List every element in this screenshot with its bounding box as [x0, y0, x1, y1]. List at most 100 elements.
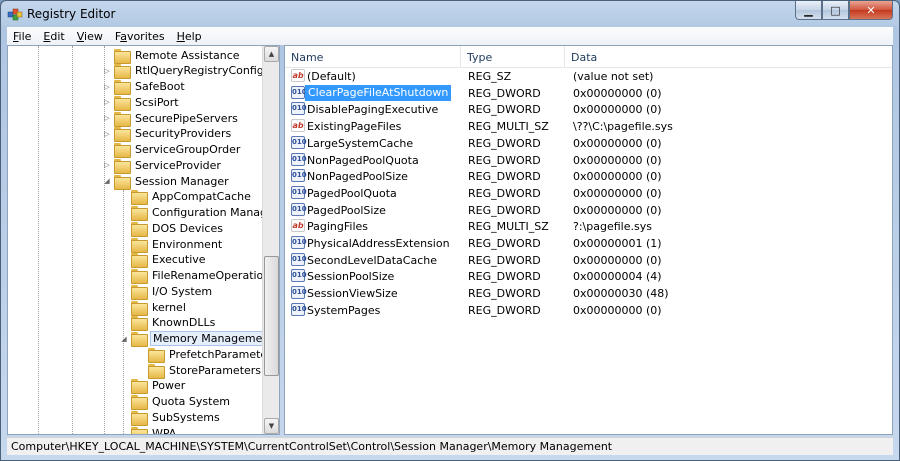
tree-item[interactable]: ▷ RtlQueryRegistryConfig: [102, 63, 266, 80]
tree-item[interactable]: ▷ SafeBoot: [102, 79, 187, 95]
tree-item[interactable]: Quota System: [119, 394, 232, 410]
value-row[interactable]: 010 SystemPages REG_DWORD 0x00000000 (0): [285, 302, 892, 318]
value-row[interactable]: 010 SessionPoolSize REG_DWORD 0x00000004 (4…: [285, 268, 892, 284]
collapse-arrow-icon[interactable]: ◢: [119, 335, 129, 343]
tree-item-label: I/O System: [152, 284, 213, 298]
expand-arrow-icon[interactable]: ▷: [102, 161, 112, 169]
tree-item[interactable]: I/O System: [119, 283, 214, 300]
tree-item[interactable]: SubSystems: [119, 409, 222, 426]
value-row[interactable]: ab ExistingPageFiles REG_MULTI_SZ \??\C:\pa…: [285, 118, 892, 134]
menu-edit[interactable]: Edit: [37, 30, 70, 43]
tree-item-label: FileRenameOperations: [152, 269, 276, 282]
tree-item[interactable]: Executive: [119, 252, 208, 269]
registry-tree[interactable]: Remote Assistance ▷ RtlQueryRegistryConfig…: [7, 45, 280, 435]
dword-value-icon: 010: [291, 252, 307, 266]
value-row[interactable]: 010 LargeSystemCache REG_DWORD 0x00000000 (…: [285, 135, 892, 151]
dword-value-icon: 010: [291, 102, 307, 116]
folder-icon: [114, 48, 131, 64]
menu-help[interactable]: Help: [171, 30, 208, 43]
value-row[interactable]: ab PagingFiles REG_MULTI_SZ ?:\pagefile.sys: [285, 218, 892, 234]
tree-item[interactable]: Environment: [119, 236, 224, 253]
tree-item[interactable]: Remote Assistance: [102, 47, 242, 64]
tree-item-label: SafeBoot: [135, 80, 185, 93]
value-row[interactable]: 010 SecondLevelDataCache REG_DWORD 0x000000…: [285, 252, 892, 268]
tree-item-label: Quota System: [152, 395, 230, 408]
folder-icon: [131, 269, 148, 284]
value-row[interactable]: 010 PagedPoolSize REG_DWORD 0x00000000 (0): [285, 202, 892, 218]
value-type: REG_DWORD: [468, 186, 541, 200]
tree-item-label: Configuration Manager: [152, 206, 279, 219]
tree-item[interactable]: ◢ Session Manager: [102, 173, 231, 190]
tree-item[interactable]: KnownDLLs: [119, 315, 217, 332]
tree-item[interactable]: ▷ SecurePipeServers: [102, 110, 240, 127]
value-name: NonPagedPoolQuota: [307, 153, 419, 167]
close-button[interactable]: ✕: [849, 1, 893, 20]
expand-arrow-icon[interactable]: ▷: [102, 130, 112, 138]
tree-scrollbar[interactable]: ▲ ▼: [262, 46, 279, 434]
tree-item[interactable]: PrefetchParameters: [136, 346, 279, 363]
tree-item[interactable]: Power: [119, 378, 187, 395]
tree-item[interactable]: ▷ ServiceProvider: [102, 157, 223, 174]
value-name: ClearPageFileAtShutdown: [305, 84, 452, 101]
expand-arrow-icon[interactable]: ▷: [102, 114, 112, 122]
value-type: REG_SZ: [468, 70, 512, 83]
tree-item[interactable]: ▷ SecurityProviders: [102, 126, 233, 143]
tree-item[interactable]: Configuration Manager: [119, 205, 279, 221]
expand-arrow-icon[interactable]: ▷: [102, 98, 112, 106]
tree-item[interactable]: DOS Devices: [119, 220, 225, 237]
tree-item[interactable]: ◢ Memory Management: [119, 331, 277, 347]
dword-value-icon: 010: [291, 185, 307, 199]
scroll-down-button[interactable]: ▼: [264, 418, 279, 434]
tree-guide: [72, 46, 73, 434]
registry-editor-icon: [7, 8, 23, 21]
value-row[interactable]: 010 SessionViewSize REG_DWORD 0x00000030 (4…: [285, 285, 892, 301]
folder-icon: [131, 379, 148, 395]
value-row[interactable]: 010 DisablePagingExecutive REG_DWORD 0x0000…: [285, 101, 892, 117]
value-data: \??\C:\pagefile.sys: [573, 120, 673, 134]
value-data: 0x00000004 (4): [573, 270, 662, 284]
minimize-button[interactable]: ▁: [795, 1, 822, 20]
tree-item[interactable]: AppCompatCache: [119, 189, 253, 206]
column-header-name[interactable]: Name: [285, 46, 461, 68]
scroll-thumb[interactable]: [264, 256, 279, 376]
maximize-icon: □: [830, 3, 841, 17]
expand-arrow-icon[interactable]: ▷: [102, 83, 112, 91]
value-type: REG_DWORD: [468, 287, 541, 301]
folder-icon: [114, 111, 131, 127]
value-name: LargeSystemCache: [307, 136, 414, 150]
tree-item[interactable]: FileRenameOperations: [119, 268, 278, 284]
string-value-icon: ab: [291, 219, 305, 233]
folder-icon: [131, 395, 148, 410]
expand-arrow-icon[interactable]: ▷: [102, 67, 112, 75]
tree-item-label: Memory Management: [150, 331, 277, 346]
value-row[interactable]: 010 NonPagedPoolSize REG_DWORD 0x00000000 (…: [285, 168, 892, 184]
tree-item[interactable]: ▷ ScsiPort: [102, 94, 181, 111]
menu-file[interactable]: File: [7, 30, 37, 43]
column-header-data[interactable]: Data: [565, 46, 892, 68]
maximize-button[interactable]: □: [822, 1, 849, 20]
menu-favorites[interactable]: Favorites: [109, 30, 171, 43]
tree-item-label: ServiceProvider: [135, 158, 221, 172]
scroll-up-button[interactable]: ▲: [264, 46, 279, 62]
value-row[interactable]: 010 ClearPageFileAtShutdown REG_DWORD 0x000…: [285, 84, 892, 101]
column-header-type[interactable]: Type: [461, 46, 565, 68]
value-row[interactable]: ab (Default) REG_SZ (value not set): [285, 68, 892, 84]
value-name: PagedPoolSize: [307, 203, 386, 217]
menu-view[interactable]: View: [71, 30, 109, 43]
values-list[interactable]: Name Type Data ab (Default) REG_SZ (value n…: [284, 45, 893, 435]
value-row[interactable]: 010 PagedPoolQuota REG_DWORD 0x00000000 (0): [285, 185, 892, 201]
tree-item[interactable]: kernel: [119, 299, 188, 316]
tree-item[interactable]: ServiceGroupOrder: [102, 142, 242, 158]
folder-icon: [114, 158, 131, 174]
value-row[interactable]: 010 PhysicalAddressExtension REG_DWORD 0x00…: [285, 235, 892, 251]
tree-item[interactable]: WPA: [119, 425, 178, 434]
tree-item[interactable]: StoreParameters: [136, 362, 263, 379]
value-row[interactable]: 010 NonPagedPoolQuota REG_DWORD 0x00000000 …: [285, 152, 892, 168]
tree-item-label: Executive: [152, 253, 206, 267]
status-bar: Computer\HKEY_LOCAL_MACHINE\SYSTEM\Curre…: [7, 437, 893, 455]
value-name: (Default): [307, 70, 356, 83]
value-data: 0x00000030 (48): [573, 287, 669, 301]
collapse-arrow-icon[interactable]: ◢: [102, 177, 112, 185]
folder-icon: [114, 80, 131, 95]
title-bar[interactable]: Registry Editor ▁ □ ✕: [1, 1, 899, 27]
